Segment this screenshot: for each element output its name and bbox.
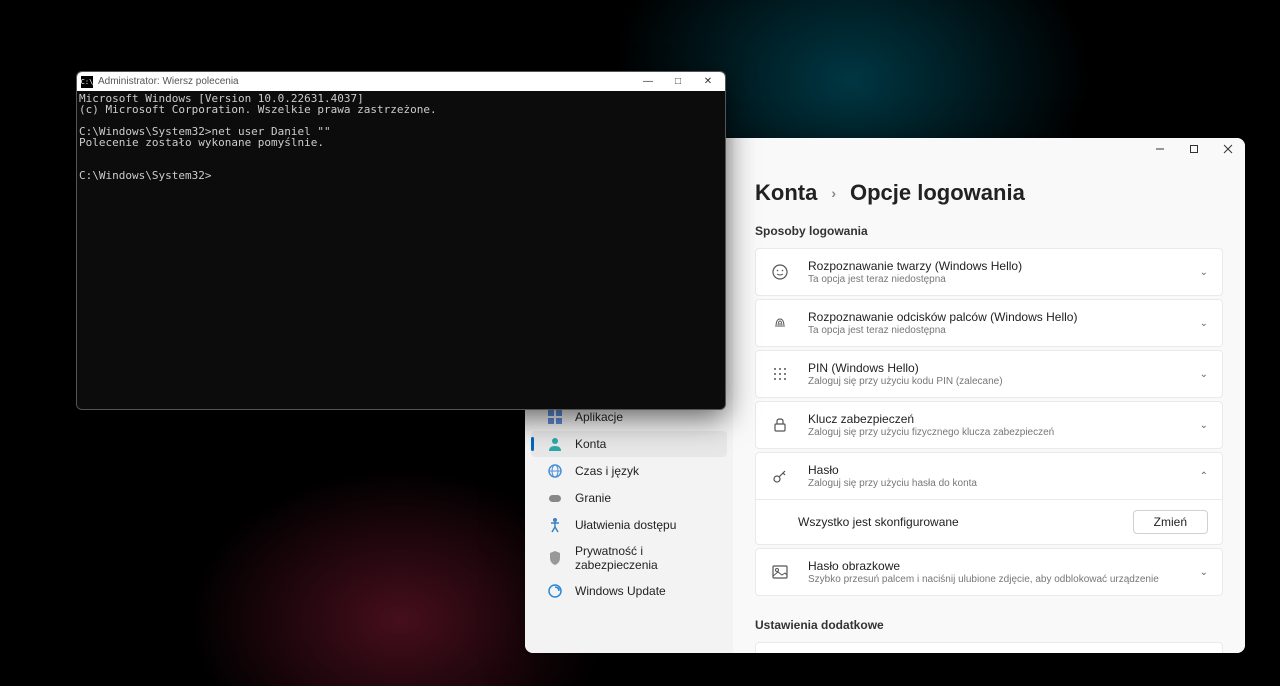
close-button[interactable]: ✕ — [701, 76, 715, 87]
section-title: Sposoby logowania — [755, 224, 1223, 238]
picture-icon — [770, 562, 790, 582]
fingerprint-icon — [770, 313, 790, 333]
option-text: Hasło obrazkowe Szybko przesuń palcem i … — [808, 559, 1182, 585]
sidebar-item-windows-update[interactable]: Windows Update — [531, 578, 727, 604]
minimize-button[interactable] — [1143, 138, 1177, 160]
option-text: Hasło Zaloguj się przy użyciu hasła do k… — [808, 463, 1182, 489]
cmd-icon: C:\ — [81, 76, 93, 88]
sidebar-label: Granie — [575, 491, 611, 505]
update-icon — [547, 583, 563, 599]
option-text: Rozpoznawanie odcisków palców (Windows H… — [808, 310, 1182, 336]
minimize-button[interactable]: — — [641, 76, 655, 87]
option-face-recognition[interactable]: Rozpoznawanie twarzy (Windows Hello) Ta … — [755, 248, 1223, 296]
option-title: Hasło obrazkowe — [808, 559, 1182, 573]
chevron-down-icon: ⌄ — [1200, 567, 1208, 578]
sidebar-item-gaming[interactable]: Granie — [531, 485, 727, 511]
sidebar-label: Windows Update — [575, 584, 666, 598]
clock-globe-icon — [547, 463, 563, 479]
option-title: PIN (Windows Hello) — [808, 361, 1182, 375]
sidebar-item-time-language[interactable]: Czas i język — [531, 458, 727, 484]
option-subtitle: Zaloguj się przy użyciu hasła do konta — [808, 478, 1182, 489]
option-pin[interactable]: PIN (Windows Hello) Zaloguj się przy uży… — [755, 350, 1223, 398]
lock-icon — [770, 415, 790, 435]
key-icon — [770, 466, 790, 486]
option-security-key[interactable]: Klucz zabezpieczeń Zaloguj się przy użyc… — [755, 401, 1223, 449]
sidebar-item-accounts[interactable]: Konta — [531, 431, 727, 457]
keypad-icon — [770, 364, 790, 384]
sidebar-label: Aplikacje — [575, 410, 623, 424]
option-password[interactable]: Hasło Zaloguj się przy użyciu hasła do k… — [755, 452, 1223, 500]
option-title: Hasło — [808, 463, 1182, 477]
chevron-down-icon: ⌄ — [1200, 267, 1208, 278]
breadcrumb-page: Opcje logowania — [850, 180, 1025, 206]
additional-settings-title: Ustawienia dodatkowe — [755, 618, 1223, 632]
option-text: Rozpoznawanie twarzy (Windows Hello) Ta … — [808, 259, 1182, 285]
sidebar-label: Czas i język — [575, 464, 639, 478]
option-subtitle: Zaloguj się przy użyciu fizycznego klucz… — [808, 427, 1182, 438]
accessibility-icon — [547, 517, 563, 533]
settings-main: Konta › Opcje logowania Sposoby logowani… — [733, 138, 1245, 653]
cmd-titlebar[interactable]: C:\ Administrator: Wiersz polecenia — □ … — [77, 72, 725, 91]
cmd-window-controls: — □ ✕ — [641, 76, 721, 87]
settings-window-controls — [1143, 138, 1245, 160]
apps-icon — [547, 409, 563, 425]
sidebar-item-accessibility[interactable]: Ułatwienia dostępu — [531, 512, 727, 538]
option-title: Rozpoznawanie twarzy (Windows Hello) — [808, 259, 1182, 273]
sidebar-label: Konta — [575, 437, 606, 451]
sidebar-label: Ułatwienia dostępu — [575, 518, 676, 532]
cmd-output[interactable]: Microsoft Windows [Version 10.0.22631.40… — [77, 91, 725, 409]
chevron-right-icon: › — [831, 185, 836, 201]
password-status: Wszystko jest skonfigurowane — [798, 515, 1133, 529]
option-text: Klucz zabezpieczeń Zaloguj się przy użyc… — [808, 412, 1182, 438]
breadcrumb: Konta › Opcje logowania — [755, 180, 1223, 206]
additional-signin-card: Po jakim czasie od oddalenia się od komp… — [755, 642, 1223, 653]
face-icon — [770, 262, 790, 282]
chevron-down-icon: ⌄ — [1200, 420, 1208, 431]
option-title: Klucz zabezpieczeń — [808, 412, 1182, 426]
option-title: Rozpoznawanie odcisków palców (Windows H… — [808, 310, 1182, 324]
chevron-down-icon: ⌄ — [1200, 369, 1208, 380]
option-subtitle: Zaloguj się przy użyciu kodu PIN (zaleca… — [808, 376, 1182, 387]
option-fingerprint[interactable]: Rozpoznawanie odcisków palców (Windows H… — [755, 299, 1223, 347]
option-subtitle: Szybko przesuń palcem i naciśnij ulubion… — [808, 574, 1182, 585]
cmd-title: Administrator: Wiersz polecenia — [98, 76, 641, 87]
password-expanded-body: Wszystko jest skonfigurowane Zmień — [755, 500, 1223, 545]
sidebar-item-privacy[interactable]: Prywatność i zabezpieczenia — [531, 539, 727, 577]
option-picture-password[interactable]: Hasło obrazkowe Szybko przesuń palcem i … — [755, 548, 1223, 596]
change-button[interactable]: Zmień — [1133, 510, 1208, 534]
close-button[interactable] — [1211, 138, 1245, 160]
gaming-icon — [547, 490, 563, 506]
sidebar-label: Prywatność i zabezpieczenia — [575, 544, 717, 572]
chevron-up-icon: ⌃ — [1200, 471, 1208, 482]
chevron-down-icon: ⌄ — [1200, 318, 1208, 329]
maximize-button[interactable]: □ — [671, 76, 685, 87]
option-text: PIN (Windows Hello) Zaloguj się przy uży… — [808, 361, 1182, 387]
option-subtitle: Ta opcja jest teraz niedostępna — [808, 274, 1182, 285]
breadcrumb-root[interactable]: Konta — [755, 180, 817, 206]
maximize-button[interactable] — [1177, 138, 1211, 160]
option-subtitle: Ta opcja jest teraz niedostępna — [808, 325, 1182, 336]
shield-icon — [547, 550, 563, 566]
cmd-window: C:\ Administrator: Wiersz polecenia — □ … — [76, 71, 726, 410]
account-icon — [547, 436, 563, 452]
